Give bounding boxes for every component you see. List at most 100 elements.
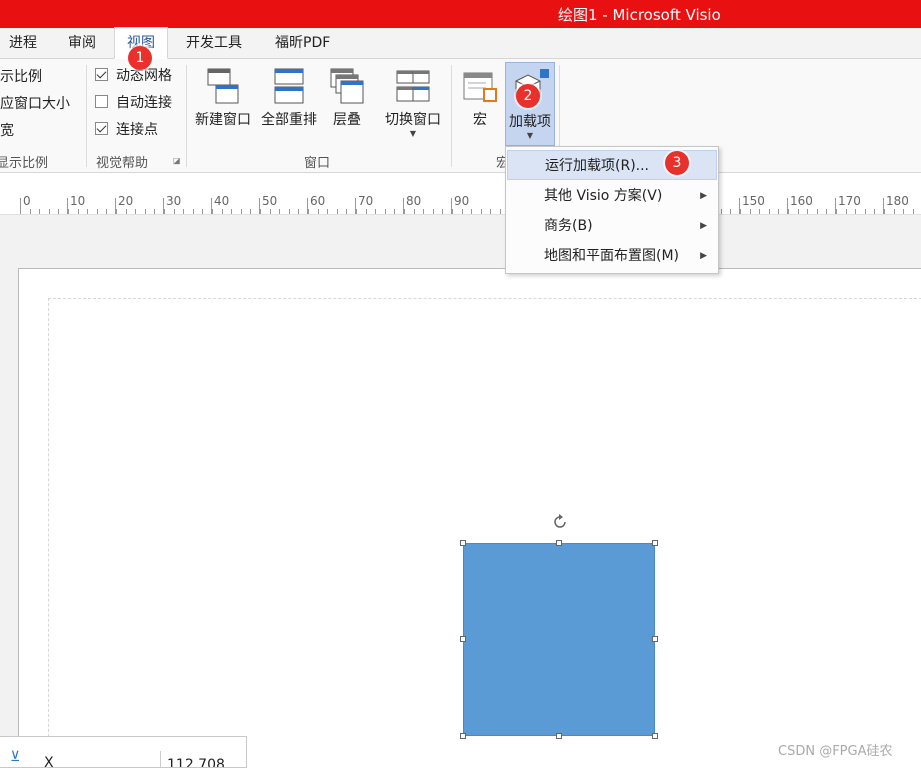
checkbox-icon[interactable]	[95, 95, 108, 108]
ruler-minor-tick	[423, 209, 424, 214]
ruler-minor-tick	[327, 209, 328, 214]
tab-review[interactable]: 审阅	[68, 28, 96, 58]
resize-handle[interactable]	[460, 733, 466, 739]
ruler-minor-tick	[318, 209, 319, 214]
ruler-minor-tick	[442, 209, 443, 214]
ruler-minor-tick	[817, 209, 818, 214]
ruler-minor-tick	[135, 209, 136, 214]
ruler-minor-tick	[212, 209, 213, 214]
arrange-all-icon	[274, 68, 304, 104]
ruler-minor-tick	[289, 209, 290, 214]
checkbox-label: 连接点	[116, 122, 158, 138]
ruler-minor-tick	[30, 209, 31, 214]
ruler-label: 50	[262, 194, 278, 208]
cascade-button[interactable]: 层叠	[323, 61, 371, 131]
ruler-minor-tick	[865, 209, 866, 214]
arrange-all-button[interactable]: 全部重排	[257, 61, 321, 131]
ruler-minor-tick	[404, 209, 405, 214]
ruler-minor-tick	[97, 209, 98, 214]
chevron-right-icon: ▶	[700, 221, 707, 231]
ruler-minor-tick	[145, 209, 146, 214]
resize-handle[interactable]	[556, 540, 562, 546]
ruler-minor-tick	[836, 209, 837, 214]
value-field[interactable]: 112.708	[160, 751, 246, 767]
ruler-label: 90	[454, 194, 470, 208]
cascade-icon	[330, 68, 364, 104]
ruler-minor-tick	[116, 209, 117, 214]
resize-handle[interactable]	[652, 636, 658, 642]
group-divider	[186, 65, 187, 167]
fit-to-window-button[interactable]: 应窗口大小	[0, 93, 70, 113]
ruler-minor-tick	[298, 209, 299, 214]
chevron-right-icon: ▶	[700, 251, 707, 261]
resize-handle[interactable]	[652, 540, 658, 546]
tab-developer[interactable]: 开发工具	[186, 28, 242, 58]
resize-handle[interactable]	[652, 733, 658, 739]
ribbon: 示比例 应窗口大小 宽 显示比例 动态网格 自动连接 连接点 视觉帮助 ◪ 新建…	[0, 59, 921, 173]
menu-item-other-visio-solutions[interactable]: 其他 Visio 方案(V) ▶	[507, 181, 717, 211]
ruler-minor-tick	[500, 209, 501, 214]
checkbox-icon[interactable]	[95, 68, 108, 81]
zoom-group-name: 显示比例	[0, 156, 49, 171]
ruler-minor-tick	[798, 209, 799, 214]
checkbox-label: 自动连接	[116, 95, 172, 111]
ruler-minor-tick	[241, 209, 242, 214]
chevron-down-icon: ▼	[409, 129, 417, 138]
ruler-minor-tick	[346, 209, 347, 214]
ruler-minor-tick	[788, 209, 789, 214]
checkbox-icon[interactable]	[95, 122, 108, 135]
ruler-minor-tick	[231, 209, 232, 214]
menu-item-maps-floor-plans[interactable]: 地图和平面布置图(M) ▶	[507, 241, 717, 271]
ruler-minor-tick	[250, 209, 251, 214]
ruler-minor-tick	[385, 209, 386, 214]
watermark: CSDN @FPGA硅农	[778, 744, 893, 759]
ruler-minor-tick	[308, 209, 309, 214]
ruler-minor-tick	[730, 209, 731, 214]
ruler-minor-tick	[366, 209, 367, 214]
ruler-minor-tick	[193, 209, 194, 214]
window-title: 绘图1 - Microsoft Visio	[558, 6, 721, 24]
resize-handle[interactable]	[460, 636, 466, 642]
ruler-minor-tick	[270, 209, 271, 214]
ruler-label: 0	[23, 194, 31, 208]
ruler-minor-tick	[884, 209, 885, 214]
tab-foxit-pdf[interactable]: 福昕PDF	[275, 28, 330, 58]
ruler-minor-tick	[750, 209, 751, 214]
ruler-minor-tick	[279, 209, 280, 214]
resize-handle[interactable]	[460, 540, 466, 546]
ruler-minor-tick	[462, 209, 463, 214]
ruler-minor-tick	[807, 209, 808, 214]
new-window-button[interactable]: 新建窗口	[191, 61, 255, 131]
zoom-button[interactable]: 示比例	[0, 66, 42, 86]
ruler-label: 40	[214, 194, 230, 208]
ruler-minor-tick	[481, 209, 482, 214]
dialog-launcher-icon[interactable]: ◪	[173, 156, 181, 165]
ruler-minor-tick	[20, 209, 21, 214]
ruler-minor-tick	[759, 209, 760, 214]
ruler-minor-tick	[874, 209, 875, 214]
macros-button[interactable]: 宏	[457, 61, 503, 131]
ruler-minor-tick	[106, 209, 107, 214]
page-width-button[interactable]: 宽	[0, 120, 14, 140]
menu-item-business[interactable]: 商务(B) ▶	[507, 211, 717, 241]
new-window-icon	[207, 68, 239, 104]
ruler-minor-tick	[414, 209, 415, 214]
ruler-minor-tick	[452, 209, 453, 214]
ruler-minor-tick	[846, 209, 847, 214]
macros-icon	[463, 72, 497, 102]
ruler-minor-tick	[769, 209, 770, 214]
ruler-minor-tick	[740, 209, 741, 214]
ruler-minor-tick	[183, 209, 184, 214]
chevron-right-icon: ▶	[700, 191, 707, 201]
tab-process[interactable]: 进程	[9, 28, 37, 58]
ruler-minor-tick	[78, 209, 79, 214]
title-bar: 绘图1 - Microsoft Visio	[0, 0, 921, 28]
ruler-label: 10	[70, 194, 86, 208]
ruler-minor-tick	[337, 209, 338, 214]
rectangle-shape[interactable]	[463, 543, 655, 736]
switch-window-button[interactable]: 切换窗口 ▼	[379, 61, 447, 145]
rotate-handle-icon[interactable]	[550, 512, 570, 532]
resize-handle[interactable]	[556, 733, 562, 739]
ruler-minor-tick	[39, 209, 40, 214]
ruler-minor-tick	[826, 209, 827, 214]
